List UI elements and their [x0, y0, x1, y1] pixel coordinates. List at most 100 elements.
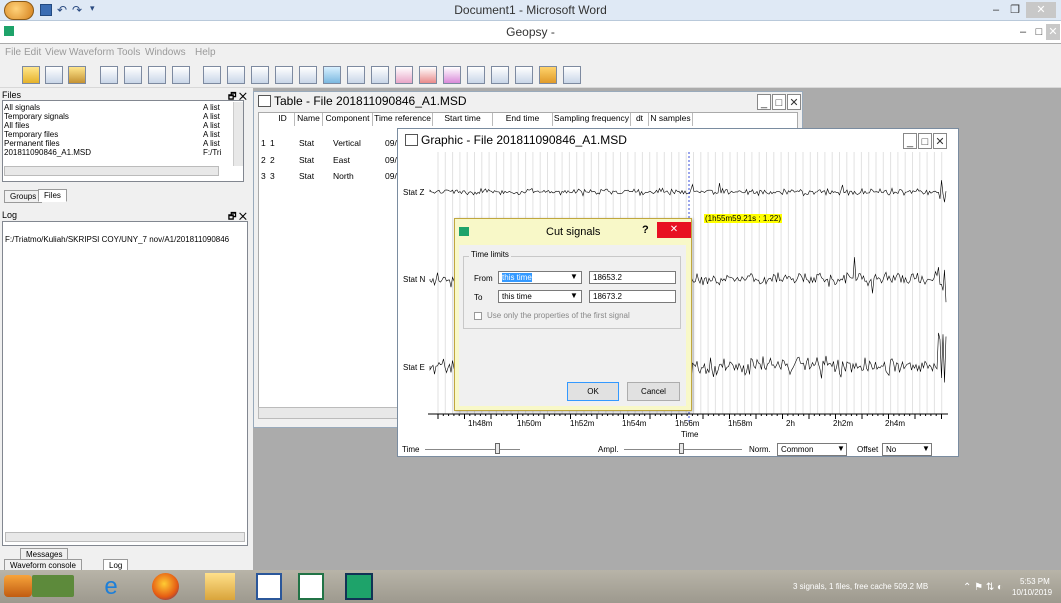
to-value-input[interactable]: 18673.2: [589, 290, 676, 303]
toolbar-tool-5-icon[interactable]: [299, 66, 317, 84]
tab-files[interactable]: Files: [38, 189, 67, 202]
toolbar-tool-14-icon[interactable]: [515, 66, 533, 84]
save-icon[interactable]: [45, 66, 63, 84]
cancel-button[interactable]: Cancel: [627, 382, 680, 401]
list-item[interactable]: 201811090846_A1.MSD: [4, 148, 91, 157]
table-cell-name[interactable]: Stat: [299, 155, 314, 165]
column-header-component[interactable]: Component: [323, 113, 373, 126]
column-header-time-reference[interactable]: Time reference: [373, 113, 433, 126]
table-maximize-button[interactable]: □: [772, 94, 786, 110]
toolbar-tool-10-icon[interactable]: [419, 66, 437, 84]
geopsy-close-button[interactable]: ✕: [1046, 24, 1060, 40]
graphic-view-icon[interactable]: [124, 66, 142, 84]
word-minimize-button[interactable]: –: [987, 2, 1005, 18]
list-item[interactable]: All signals: [4, 103, 40, 112]
table-close-button[interactable]: ✕: [787, 94, 801, 110]
toolbar-tool-7-icon[interactable]: [347, 66, 365, 84]
excel-taskbar-icon[interactable]: [298, 573, 324, 600]
time-slider-handle[interactable]: [495, 443, 500, 454]
word-restore-button[interactable]: ❐: [1006, 2, 1024, 18]
table-cell-id[interactable]: 3: [270, 171, 275, 181]
toolbar-tool-13-icon[interactable]: [491, 66, 509, 84]
clock-time[interactable]: 5:53 PM: [1020, 577, 1050, 586]
geopsy-taskbar-icon[interactable]: [345, 573, 373, 600]
load-icon[interactable]: [68, 66, 86, 84]
toolbar-tool-12-icon[interactable]: [467, 66, 485, 84]
menu-file[interactable]: File: [5, 47, 21, 58]
table-cell-name[interactable]: Stat: [299, 138, 314, 148]
menu-help[interactable]: Help: [195, 47, 216, 58]
column-header-sampling-frequency[interactable]: Sampling frequency: [553, 113, 631, 126]
toolbar-tool-4-icon[interactable]: [275, 66, 293, 84]
chevron-down-icon[interactable]: ▼: [922, 444, 930, 453]
file-explorer-icon[interactable]: [205, 573, 235, 600]
map-view-icon[interactable]: [148, 66, 166, 84]
toolbar-tool-8-icon[interactable]: [371, 66, 389, 84]
firefox-icon[interactable]: [152, 573, 179, 600]
table-cell-component[interactable]: North: [333, 171, 354, 181]
internet-explorer-icon[interactable]: e: [95, 573, 127, 600]
from-value-input[interactable]: 18653.2: [589, 271, 676, 284]
files-hscrollbar[interactable]: [4, 166, 219, 176]
tray-icons[interactable]: ⌃ ⚑ ⇅ ◐: [963, 582, 1003, 593]
column-header-id[interactable]: ID: [271, 113, 295, 126]
open-icon[interactable]: [22, 66, 40, 84]
table-cell-id[interactable]: 2: [270, 155, 275, 165]
first-signal-checkbox[interactable]: [474, 312, 482, 320]
graphic-minimize-button[interactable]: _: [903, 133, 917, 149]
table-cell-timeref[interactable]: 09/: [385, 155, 397, 165]
list-item[interactable]: Temporary files: [4, 130, 58, 139]
word-close-button[interactable]: ✕: [1026, 2, 1056, 18]
table-cell-name[interactable]: Stat: [299, 171, 314, 181]
word-taskbar-icon[interactable]: [256, 573, 282, 600]
menu-windows[interactable]: Windows: [145, 47, 186, 58]
toolbar-tool-2-icon[interactable]: [227, 66, 245, 84]
table-cell-timeref[interactable]: 09/: [385, 171, 397, 181]
start-button[interactable]: [4, 575, 32, 597]
chevron-down-icon[interactable]: ▼: [570, 291, 578, 300]
table-cell-timeref[interactable]: 09/: [385, 138, 397, 148]
table-cell-component[interactable]: Vertical: [333, 138, 361, 148]
list-item[interactable]: All files: [4, 121, 29, 130]
toolbar-tool-16-icon[interactable]: [563, 66, 581, 84]
toolbar-tool-1-icon[interactable]: [203, 66, 221, 84]
log-hscrollbar[interactable]: [5, 532, 245, 542]
files-vscrollbar[interactable]: [233, 102, 243, 166]
dialog-help-button[interactable]: ?: [642, 224, 649, 236]
menu-tools[interactable]: Tools: [117, 47, 140, 58]
ok-button[interactable]: OK: [567, 382, 619, 401]
list-item[interactable]: Temporary signals: [4, 112, 69, 121]
toolbar-tool-3-icon[interactable]: [251, 66, 269, 84]
clock-date[interactable]: 10/10/2019: [1012, 588, 1052, 597]
table-cell-component[interactable]: East: [333, 155, 350, 165]
time-slider-track[interactable]: [425, 449, 520, 450]
tab-groups[interactable]: Groups: [4, 190, 43, 203]
table-minimize-button[interactable]: _: [757, 94, 771, 110]
table-view-icon[interactable]: [100, 66, 118, 84]
graphic-close-button[interactable]: ✕: [933, 133, 947, 149]
column-header-end-time[interactable]: End time: [493, 113, 553, 126]
norm-label: Norm.: [749, 445, 771, 454]
column-header-name[interactable]: Name: [295, 113, 323, 126]
chevron-down-icon[interactable]: ▼: [837, 444, 845, 453]
toolbar-tool-15-icon[interactable]: [539, 66, 557, 84]
column-header-n-samples[interactable]: N samples: [649, 113, 693, 126]
log-view[interactable]: [2, 221, 248, 546]
chevron-down-icon[interactable]: ▼: [570, 272, 578, 281]
table-hscrollbar[interactable]: [258, 407, 398, 419]
dialog-close-button[interactable]: ✕: [657, 222, 691, 238]
toolbar-tool-11-icon[interactable]: [443, 66, 461, 84]
column-header-dt[interactable]: dt: [631, 113, 649, 126]
toolbar-tool-6-icon[interactable]: [323, 66, 341, 84]
menu-edit[interactable]: Edit: [24, 47, 41, 58]
toolbar-tool-9-icon[interactable]: [395, 66, 413, 84]
store-icon[interactable]: [32, 575, 74, 597]
menu-view[interactable]: View: [45, 47, 67, 58]
column-header-start-time[interactable]: Start time: [433, 113, 493, 126]
chart-view-icon[interactable]: [172, 66, 190, 84]
menu-waveform[interactable]: Waveform: [69, 47, 114, 58]
list-item[interactable]: Permanent files: [4, 139, 60, 148]
table-cell-id[interactable]: 1: [270, 138, 275, 148]
ampl-slider-handle[interactable]: [679, 443, 684, 454]
graphic-maximize-button[interactable]: □: [918, 133, 932, 149]
